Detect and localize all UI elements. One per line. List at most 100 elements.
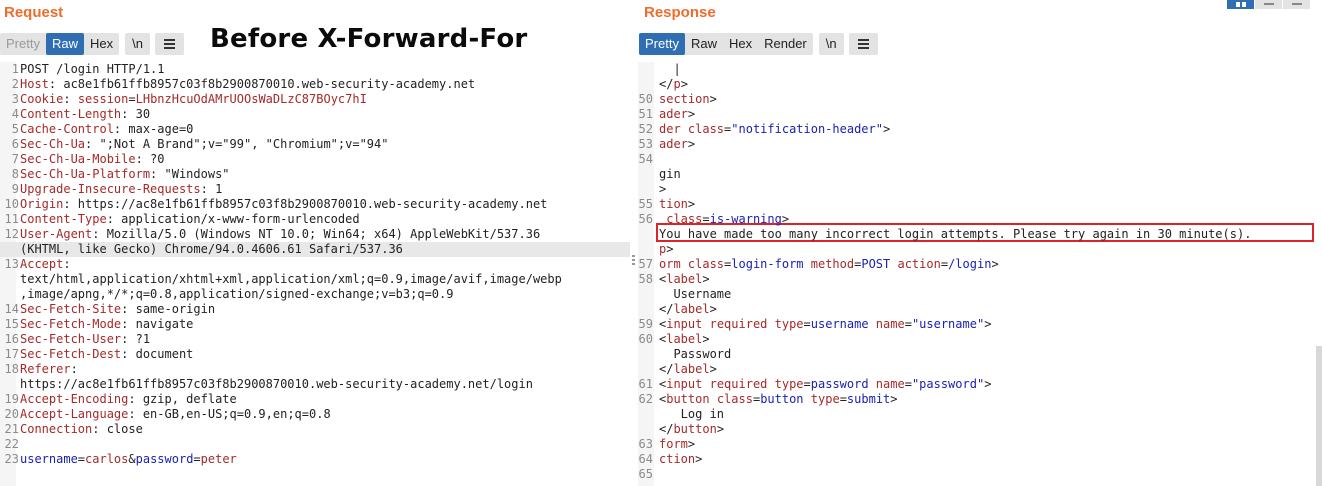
response-tab-hex[interactable]: Hex [723, 33, 758, 55]
response-line-number: 58 [638, 272, 653, 286]
request-newline-toggle[interactable]: \n [125, 33, 150, 55]
request-line-text: text/html,application/xhtml+xml,applicat… [20, 272, 562, 287]
request-code-line: 8 Sec-Ch-Ua-Platform: "Windows" [0, 167, 630, 182]
response-line-text: form> [659, 437, 695, 452]
response-token: </ [659, 422, 674, 436]
pane-divider[interactable] [630, 0, 638, 486]
request-code-line: 22 [0, 437, 630, 452]
response-line-text: Username [659, 287, 731, 302]
response-scrollbar[interactable] [1316, 346, 1322, 486]
request-token: : en-GB,en-US;q=0.9,en;q=0.8 [128, 407, 331, 421]
request-line-number: 23 [4, 452, 19, 466]
divider-grip-icon[interactable] [632, 255, 635, 265]
request-tab-pretty[interactable]: Pretty [0, 33, 46, 55]
response-token: login-form [731, 257, 804, 271]
response-token: You have made too many incorrect login a… [659, 227, 1252, 241]
request-code-line: 19 Accept-Encoding: gzip, deflate [0, 392, 630, 407]
request-line-number: 8 [11, 167, 19, 181]
response-editor[interactable]: | </p> 50 section> 51 ader> 52 der class="notif… [638, 62, 1322, 486]
request-token: : gzip, deflate [128, 392, 237, 406]
request-token: LHbnzHcuOdAMrUOOsWaDLzC87BOyc7hI [135, 92, 367, 106]
layout-side-by-side-icon[interactable] [1227, 0, 1254, 9]
request-token: Sec-Ch-Ua-Mobile [20, 152, 136, 166]
response-token: ader [659, 137, 688, 151]
response-tab-raw[interactable]: Raw [685, 33, 723, 55]
response-line-text: der class="notification-header"> [659, 122, 890, 137]
request-token: & [128, 452, 136, 466]
request-code-line: 9 Upgrade-Insecure-Requests: 1 [0, 182, 630, 197]
request-line-text: Referer: [20, 362, 78, 377]
request-token: User-Agent [20, 227, 93, 241]
response-code-line: 65 [638, 467, 1322, 482]
request-line-number: 5 [11, 122, 19, 136]
request-line-number: 20 [4, 407, 19, 421]
response-line-text: You have made too many incorrect login a… [659, 227, 1251, 242]
response-line-text: </label> [659, 362, 717, 377]
request-tab-raw[interactable]: Raw [45, 33, 84, 55]
response-token: button [760, 392, 804, 406]
response-tab-render[interactable]: Render [758, 33, 813, 55]
response-line-number: 53 [638, 137, 653, 151]
response-token: </ [659, 362, 674, 376]
layout-tabs-icon[interactable] [1283, 0, 1310, 9]
response-title: Response [644, 4, 716, 21]
response-token: /login [948, 257, 992, 271]
request-line-text: Sec-Ch-Ua: ";Not A Brand";v="99", "Chrom… [20, 137, 388, 152]
response-line-text: ader> [659, 107, 695, 122]
response-token: required [709, 377, 768, 391]
overlay-caption: Before X-Forward-For [210, 24, 528, 54]
response-code-line: </label> [638, 302, 1322, 317]
response-code-line: 60 <label> [638, 332, 1322, 347]
response-token: Log in [659, 407, 725, 421]
response-token: method [810, 257, 855, 271]
request-title: Request [4, 4, 64, 21]
request-code-line: 2 Host: ac8e1fb61ffb8957c03f8b2900870010.… [0, 77, 630, 92]
request-line-text: Connection: close [20, 422, 143, 437]
request-token: Sec-Ch-Ua-Platform [20, 167, 151, 181]
request-token: https://ac8e1fb61ffb8957c03f8b2900870010… [20, 377, 533, 391]
request-token: : 1 [200, 182, 223, 196]
request-token: : navigate [121, 317, 194, 331]
response-token: Username [659, 287, 732, 301]
response-token: > [702, 332, 710, 346]
request-line-number: 15 [4, 317, 19, 331]
response-code-line: Username [638, 287, 1322, 302]
request-token: : same-origin [121, 302, 216, 316]
response-line-text: ction> [659, 452, 702, 467]
request-editor[interactable]: 1 POST /login HTTP/1.1 2 Host: ac8e1fb61ffb… [0, 62, 630, 486]
request-tab-hex[interactable]: Hex [84, 33, 119, 55]
response-tab-pretty[interactable]: Pretty [639, 33, 685, 55]
response-token: > [984, 317, 992, 331]
response-line-text: > [659, 182, 666, 197]
response-line-text: </button> [659, 422, 724, 437]
response-newline-toggle[interactable]: \n [818, 33, 844, 55]
request-menu-icon[interactable] [154, 33, 184, 55]
response-token: label [666, 332, 703, 346]
request-token: Accept [20, 257, 64, 271]
response-token: section [659, 92, 710, 106]
request-token: text/html,application/xhtml+xml,applicat… [20, 272, 562, 286]
request-code-line: 14 Sec-Fetch-Site: same-origin [0, 302, 630, 317]
response-token: "username" [911, 317, 985, 331]
request-line-number: 14 [4, 302, 19, 316]
response-code-line: 52 der class="notification-header"> [638, 122, 1322, 137]
response-line-number: 62 [638, 392, 653, 406]
response-token [804, 257, 811, 271]
response-token: is-warning [709, 212, 782, 226]
request-code-line: 17 Sec-Fetch-Dest: document [0, 347, 630, 362]
response-line-text: Log in [659, 407, 724, 422]
response-token: > [666, 242, 674, 256]
response-line-text: orm class=login-form method=POST action=… [659, 257, 999, 272]
request-line-text: Cache-Control: max-age=0 [20, 122, 193, 137]
layout-top-bottom-icon[interactable] [1255, 0, 1282, 9]
response-code-line: 57 orm class=login-form method=POST actio… [638, 257, 1322, 272]
request-token: Accept-Encoding [20, 392, 129, 406]
response-token: tion [659, 197, 688, 211]
response-line-number: 55 [638, 197, 653, 211]
response-token: > [709, 92, 717, 106]
response-code-line: p> [638, 242, 1322, 257]
response-menu-icon[interactable] [848, 33, 878, 55]
request-line-text: Sec-Fetch-Site: same-origin [20, 302, 215, 317]
response-line-text: ader> [659, 137, 695, 152]
response-token: required [709, 317, 768, 331]
